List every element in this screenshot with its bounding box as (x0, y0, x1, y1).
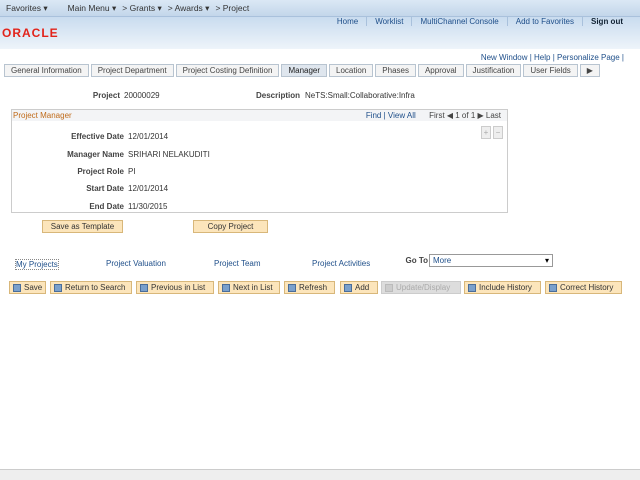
add-icon (344, 284, 352, 292)
multichannel-link[interactable]: MultiChannel Console (411, 17, 506, 26)
previous-in-list-button[interactable]: Previous in List (136, 281, 214, 294)
tab-project-department[interactable]: Project Department (90, 64, 174, 77)
update-icon (385, 284, 393, 292)
update-label: Update/Display (396, 283, 451, 292)
tab-location[interactable]: Location (329, 64, 374, 77)
header: ORACLE Home Worklist MultiChannel Consol… (0, 17, 640, 49)
project-role-value: PI (128, 167, 136, 176)
correct-history-icon (549, 284, 557, 292)
save-button[interactable]: Save (9, 281, 46, 294)
include-history-button[interactable]: Include History (464, 281, 541, 294)
return-to-search-button[interactable]: Return to Search (50, 281, 132, 294)
tab-project-costing[interactable]: Project Costing Definition (175, 64, 280, 77)
manager-name-value: SRIHARI NELAKUDITI (128, 150, 210, 159)
end-date-value: 11/30/2015 (128, 202, 168, 211)
end-date-label: End Date (89, 202, 124, 211)
copy-project-button[interactable]: Copy Project (193, 220, 268, 233)
project-label: Project (92, 91, 120, 100)
return-label: Return to Search (65, 283, 126, 292)
more-tabs-icon[interactable]: ▶ (579, 64, 600, 77)
tab-user-fields[interactable]: User Fields (523, 64, 578, 77)
next-label: Next in List (233, 283, 273, 292)
breadcrumb-project[interactable]: > Project (215, 3, 249, 13)
add-button[interactable]: Add (340, 281, 378, 294)
start-date-value: 12/01/2014 (128, 184, 169, 193)
project-valuation-link[interactable]: Project Valuation (106, 259, 166, 268)
page-links[interactable]: New Window | Help | Personalize Page | (481, 53, 624, 62)
tab-phases[interactable]: Phases (375, 64, 416, 77)
worklist-link[interactable]: Worklist (366, 17, 411, 26)
previous-icon (140, 284, 148, 292)
save-as-template-button[interactable]: Save as Template (42, 220, 123, 233)
box-title: Project Manager (13, 111, 72, 120)
favorites-menu[interactable]: Favorites ▾ (6, 3, 48, 14)
update-display-button[interactable]: Update/Display (381, 281, 461, 294)
breadcrumb-awards[interactable]: > Awards ▾ (168, 3, 210, 14)
horizontal-scrollbar[interactable] (0, 469, 640, 480)
refresh-icon (288, 284, 296, 292)
chevron-down-icon: ▾ (544, 256, 549, 265)
delete-row-icon[interactable]: − (493, 126, 503, 139)
project-activities-link[interactable]: Project Activities (312, 259, 370, 268)
return-icon (54, 284, 62, 292)
correct-history-label: Correct History (560, 283, 614, 292)
breadcrumb-nav: Favorites ▾ Main Menu ▾ > Grants ▾ > Awa… (0, 0, 640, 17)
include-history-label: Include History (479, 283, 532, 292)
add-label: Add (355, 283, 370, 292)
refresh-button[interactable]: Refresh (284, 281, 335, 294)
effective-date-value: 12/01/2014 (128, 132, 169, 141)
next-icon (222, 284, 230, 292)
effective-date-label: Effective Date (71, 132, 124, 141)
row-nav[interactable]: First ◀ 1 of 1 ▶ Last (429, 111, 501, 120)
description-label: Description (255, 91, 300, 100)
tab-approval[interactable]: Approval (417, 64, 464, 77)
tab-bar: General Information Project Department P… (4, 64, 602, 77)
goto-label: Go To (405, 256, 428, 265)
refresh-label: Refresh (299, 283, 328, 292)
add-row-icon[interactable]: + (481, 126, 491, 139)
tab-manager[interactable]: Manager (281, 64, 328, 77)
add-favorites-link[interactable]: Add to Favorites (506, 17, 582, 26)
next-in-list-button[interactable]: Next in List (218, 281, 280, 294)
save-icon (13, 284, 21, 292)
goto-select[interactable]: More ▾ (429, 254, 553, 267)
project-role-label: Project Role (77, 167, 124, 176)
main-menu[interactable]: Main Menu ▾ (68, 3, 117, 14)
tab-general-information[interactable]: General Information (4, 64, 89, 77)
oracle-logo: ORACLE (2, 26, 59, 40)
project-value: 20000029 (124, 91, 160, 100)
project-team-link[interactable]: Project Team (214, 259, 261, 268)
project-manager-box: Project Manager Find | View All First ◀ … (11, 109, 508, 213)
correct-history-button[interactable]: Correct History (545, 281, 622, 294)
goto-value: More (433, 256, 452, 265)
my-projects-link[interactable]: My Projects (15, 259, 59, 270)
save-label: Save (24, 283, 43, 292)
previous-label: Previous in List (151, 283, 206, 292)
start-date-label: Start Date (86, 184, 124, 193)
manager-name-label: Manager Name (67, 150, 124, 159)
include-history-icon (468, 284, 476, 292)
find-view-all[interactable]: Find | View All (366, 111, 416, 120)
home-link[interactable]: Home (329, 17, 366, 26)
sign-out-link[interactable]: Sign out (582, 17, 631, 26)
breadcrumb-grants[interactable]: > Grants ▾ (122, 3, 161, 14)
tab-justification[interactable]: Justification (465, 64, 522, 77)
description-value: NeTS:Small:Collaborative:Infra (305, 91, 415, 100)
